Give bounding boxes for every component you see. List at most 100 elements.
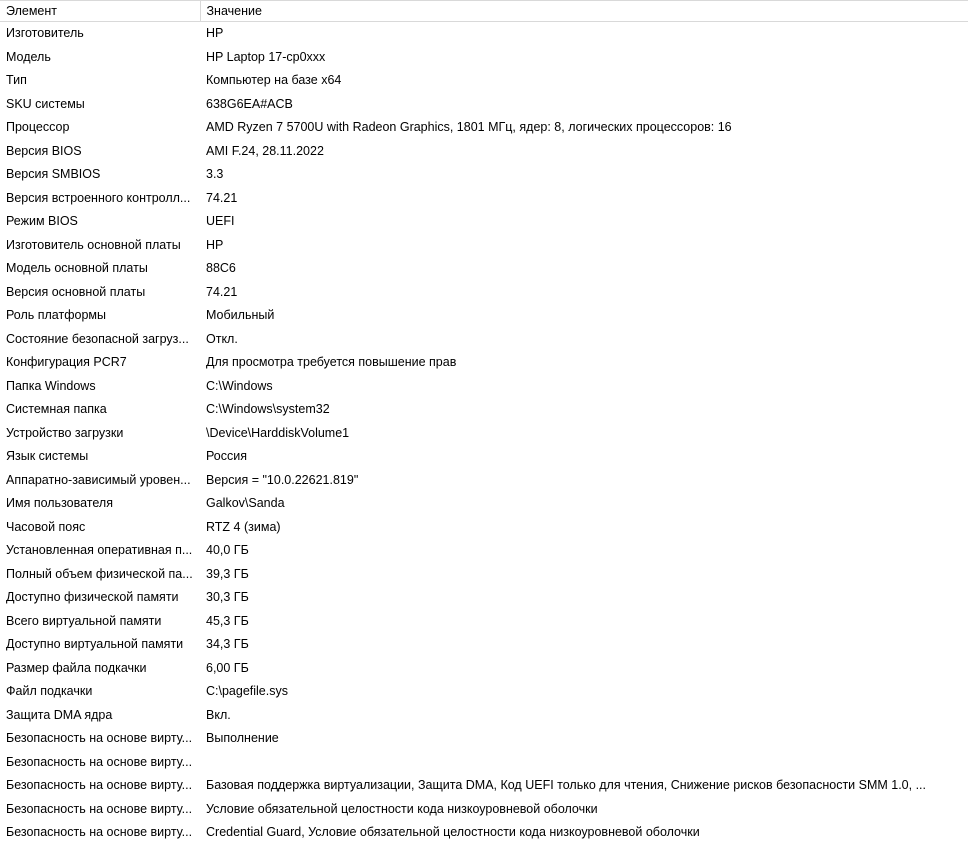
row-value: C:\Windows\system32	[200, 398, 968, 422]
row-label: Модель	[0, 46, 200, 70]
row-label: Защита DMA ядра	[0, 704, 200, 728]
row-value: 34,3 ГБ	[200, 633, 968, 657]
row-label: Версия основной платы	[0, 281, 200, 305]
row-value: AMD Ryzen 7 5700U with Radeon Graphics, …	[200, 116, 968, 140]
row-label: Модель основной платы	[0, 257, 200, 281]
table-row[interactable]: Устройство загрузки\Device\HarddiskVolum…	[0, 422, 968, 446]
row-value: HP	[200, 234, 968, 258]
table-row[interactable]: Версия BIOSAMI F.24, 28.11.2022	[0, 140, 968, 164]
table-row[interactable]: Безопасность на основе вирту...Базовая п…	[0, 774, 968, 798]
row-value: C:\pagefile.sys	[200, 680, 968, 704]
row-label: Доступно физической памяти	[0, 586, 200, 610]
table-row[interactable]: ТипКомпьютер на базе x64	[0, 69, 968, 93]
row-value: 638G6EA#ACB	[200, 93, 968, 117]
row-value: Credential Guard, Условие обязательной ц…	[200, 821, 968, 845]
row-label: Установленная оперативная п...	[0, 539, 200, 563]
row-label: Процессор	[0, 116, 200, 140]
system-info-table: Элемент Значение ИзготовительHPМодельHP …	[0, 0, 968, 845]
row-value: Вкл.	[200, 704, 968, 728]
table-row[interactable]: ПроцессорAMD Ryzen 7 5700U with Radeon G…	[0, 116, 968, 140]
table-row[interactable]: Конфигурация PCR7Для просмотра требуется…	[0, 351, 968, 375]
table-row[interactable]: SKU системы638G6EA#ACB	[0, 93, 968, 117]
row-label: Безопасность на основе вирту...	[0, 774, 200, 798]
column-header-element[interactable]: Элемент	[0, 1, 200, 22]
table-row[interactable]: Роль платформыМобильный	[0, 304, 968, 328]
row-value: 40,0 ГБ	[200, 539, 968, 563]
row-value: 39,3 ГБ	[200, 563, 968, 587]
row-value: Мобильный	[200, 304, 968, 328]
table-row[interactable]: Аппаратно-зависимый уровен...Версия = "1…	[0, 469, 968, 493]
row-label: Роль платформы	[0, 304, 200, 328]
row-label: Безопасность на основе вирту...	[0, 751, 200, 775]
table-row[interactable]: Режим BIOSUEFI	[0, 210, 968, 234]
column-header-value[interactable]: Значение	[200, 1, 968, 22]
table-row[interactable]: Состояние безопасной загруз...Откл.	[0, 328, 968, 352]
row-value: Версия = "10.0.22621.819"	[200, 469, 968, 493]
table-row[interactable]: ИзготовительHP	[0, 22, 968, 46]
table-row[interactable]: Модель основной платы88C6	[0, 257, 968, 281]
row-label: Имя пользователя	[0, 492, 200, 516]
table-row[interactable]: Файл подкачкиC:\pagefile.sys	[0, 680, 968, 704]
table-row[interactable]: Безопасность на основе вирту...Условие о…	[0, 798, 968, 822]
row-value: Для просмотра требуется повышение прав	[200, 351, 968, 375]
table-row[interactable]: Изготовитель основной платыHP	[0, 234, 968, 258]
table-row[interactable]: Доступно физической памяти30,3 ГБ	[0, 586, 968, 610]
row-value: 6,00 ГБ	[200, 657, 968, 681]
table-row[interactable]: Системная папкаC:\Windows\system32	[0, 398, 968, 422]
table-row[interactable]: Версия SMBIOS3.3	[0, 163, 968, 187]
table-row[interactable]: Полный объем физической па...39,3 ГБ	[0, 563, 968, 587]
row-label: Системная папка	[0, 398, 200, 422]
row-value: 74.21	[200, 281, 968, 305]
row-value: 3.3	[200, 163, 968, 187]
row-value: 88C6	[200, 257, 968, 281]
row-label: Версия BIOS	[0, 140, 200, 164]
row-label: Версия встроенного контролл...	[0, 187, 200, 211]
table-header-row[interactable]: Элемент Значение	[0, 1, 968, 22]
table-row[interactable]: Защита DMA ядраВкл.	[0, 704, 968, 728]
table-row[interactable]: МодельHP Laptop 17-cp0xxx	[0, 46, 968, 70]
row-value: Условие обязательной целостности кода ни…	[200, 798, 968, 822]
table-row[interactable]: Доступно виртуальной памяти34,3 ГБ	[0, 633, 968, 657]
row-label: Изготовитель	[0, 22, 200, 46]
table-row[interactable]: Часовой поясRTZ 4 (зима)	[0, 516, 968, 540]
row-label: Файл подкачки	[0, 680, 200, 704]
row-label: Полный объем физической па...	[0, 563, 200, 587]
row-label: Папка Windows	[0, 375, 200, 399]
row-label: Размер файла подкачки	[0, 657, 200, 681]
row-label: Версия SMBIOS	[0, 163, 200, 187]
row-label: Доступно виртуальной памяти	[0, 633, 200, 657]
table-row[interactable]: Имя пользователяGalkov\Sanda	[0, 492, 968, 516]
table-row[interactable]: Версия основной платы74.21	[0, 281, 968, 305]
row-label: Изготовитель основной платы	[0, 234, 200, 258]
table-row[interactable]: Безопасность на основе вирту...Credentia…	[0, 821, 968, 845]
table-row[interactable]: Размер файла подкачки6,00 ГБ	[0, 657, 968, 681]
row-label: Язык системы	[0, 445, 200, 469]
row-label: Устройство загрузки	[0, 422, 200, 446]
row-label: Режим BIOS	[0, 210, 200, 234]
row-value: Компьютер на базе x64	[200, 69, 968, 93]
row-value: Выполнение	[200, 727, 968, 751]
table-row[interactable]: Версия встроенного контролл...74.21	[0, 187, 968, 211]
table-row[interactable]: Папка WindowsC:\Windows	[0, 375, 968, 399]
row-value: RTZ 4 (зима)	[200, 516, 968, 540]
row-value: Россия	[200, 445, 968, 469]
table-row[interactable]: Всего виртуальной памяти45,3 ГБ	[0, 610, 968, 634]
row-value: Galkov\Sanda	[200, 492, 968, 516]
row-label: Безопасность на основе вирту...	[0, 798, 200, 822]
row-value: Базовая поддержка виртуализации, Защита …	[200, 774, 968, 798]
row-value: 74.21	[200, 187, 968, 211]
table-row[interactable]: Безопасность на основе вирту...	[0, 751, 968, 775]
table-row[interactable]: Язык системыРоссия	[0, 445, 968, 469]
row-value: 30,3 ГБ	[200, 586, 968, 610]
row-label: Аппаратно-зависимый уровен...	[0, 469, 200, 493]
row-value: C:\Windows	[200, 375, 968, 399]
row-value: HP Laptop 17-cp0xxx	[200, 46, 968, 70]
row-label: Конфигурация PCR7	[0, 351, 200, 375]
row-value: Откл.	[200, 328, 968, 352]
row-label: Всего виртуальной памяти	[0, 610, 200, 634]
table-row[interactable]: Установленная оперативная п...40,0 ГБ	[0, 539, 968, 563]
row-label: Тип	[0, 69, 200, 93]
row-value: AMI F.24, 28.11.2022	[200, 140, 968, 164]
row-value: UEFI	[200, 210, 968, 234]
table-row[interactable]: Безопасность на основе вирту...Выполнени…	[0, 727, 968, 751]
